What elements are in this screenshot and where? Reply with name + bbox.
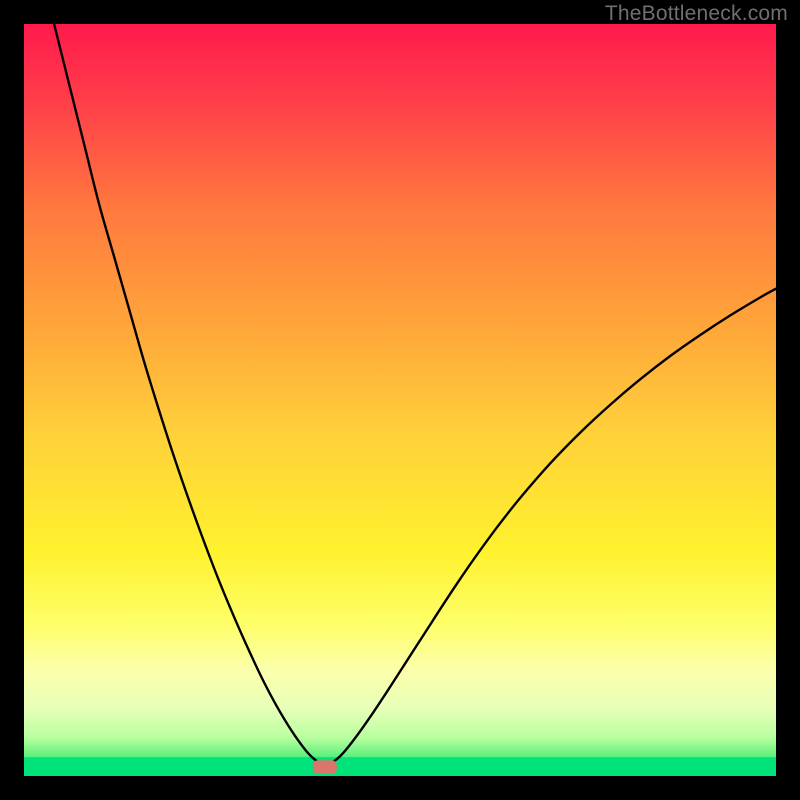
gradient-background: [24, 24, 776, 776]
watermark-text: TheBottleneck.com: [605, 2, 788, 26]
bottleneck-chart: [24, 24, 776, 776]
chart-frame: [24, 24, 776, 776]
green-band: [24, 757, 776, 776]
minimum-marker: [313, 760, 337, 774]
